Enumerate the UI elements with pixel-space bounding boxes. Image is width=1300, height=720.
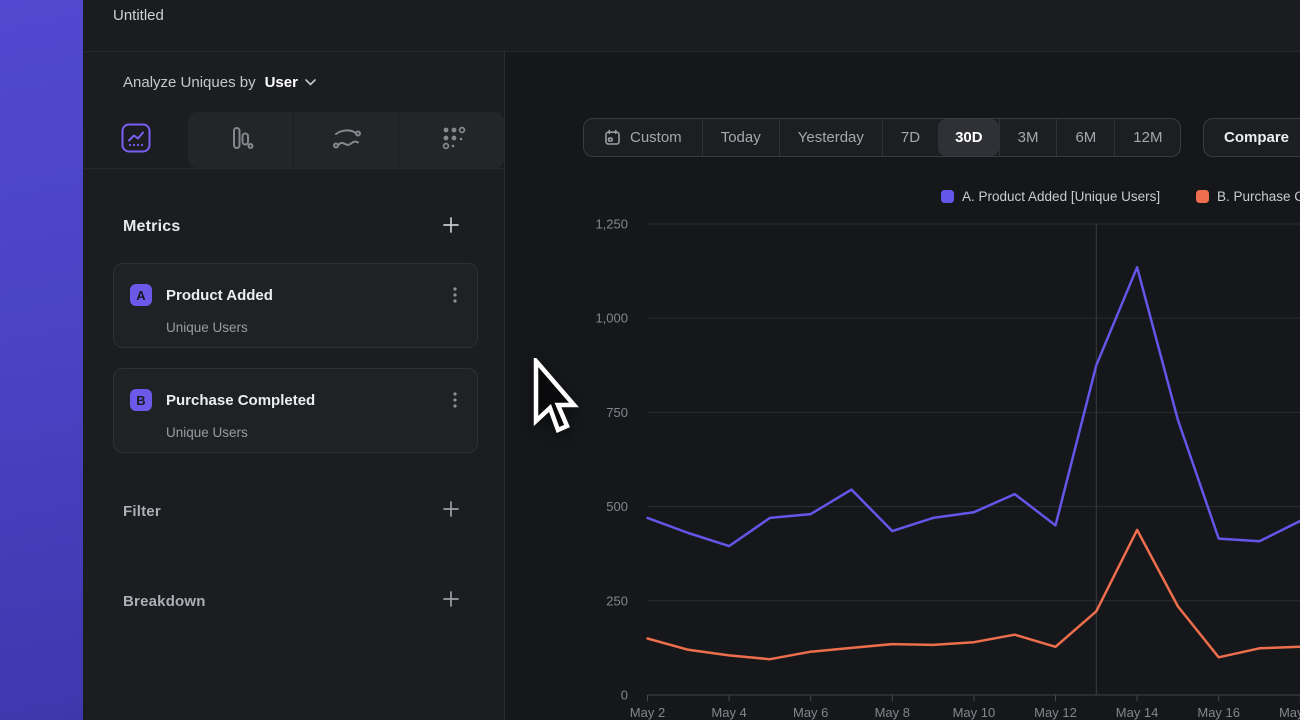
range-button-30d[interactable]: 30D [938, 119, 999, 156]
filter-heading: Filter [123, 503, 161, 520]
range-button-7d[interactable]: 7D [882, 119, 938, 156]
report-title[interactable]: Untitled [113, 7, 164, 24]
range-button-label: 30D [955, 129, 983, 146]
x-tick-label: May 16 [1197, 705, 1240, 720]
range-button-12m[interactable]: 12M [1114, 119, 1180, 156]
y-tick-label: 250 [606, 593, 628, 608]
line-chart[interactable]: 0 250 500 750 1,000 1,250 May 2 May 4 May 6 May 8… [560, 210, 1300, 720]
metric-measure-a[interactable]: Unique Users [166, 320, 461, 335]
y-tick-label: 750 [606, 405, 628, 420]
range-button-label: 3M [1018, 129, 1039, 146]
analyze-entity-dropdown[interactable]: User [265, 74, 298, 91]
legend-swatch-a [941, 190, 954, 203]
series-a-line [648, 267, 1300, 546]
x-tick-label: May 14 [1116, 705, 1159, 720]
range-button-label: Today [721, 129, 761, 146]
tab-scatter-grid[interactable] [398, 112, 504, 168]
metrics-section-header: Metrics [123, 215, 460, 239]
add-filter-button[interactable] [442, 500, 460, 523]
x-tick-label: May 4 [711, 705, 746, 720]
analyze-label: Analyze Uniques by [123, 74, 256, 91]
y-tick-label: 1,000 [595, 311, 628, 326]
range-button-label: 7D [901, 129, 920, 146]
breakdown-section-header: Breakdown [123, 589, 460, 613]
metric-badge-a: A [130, 284, 152, 306]
kebab-menu-icon[interactable] [449, 390, 461, 410]
legend-label-b: B. Purchase Completed [Unique Users] [1217, 189, 1300, 204]
legend-swatch-b [1196, 190, 1209, 203]
add-breakdown-button[interactable] [442, 590, 460, 613]
screen: Untitled Analyze Uniques by User [0, 0, 1300, 720]
range-button-6m[interactable]: 6M [1056, 119, 1114, 156]
line-chart-icon [121, 123, 151, 158]
range-button-today[interactable]: Today [702, 119, 779, 156]
metrics-heading: Metrics [123, 218, 180, 236]
analyze-row: Analyze Uniques by User [83, 52, 504, 112]
chart-svg: 0 250 500 750 1,000 1,250 May 2 May 4 May 6 May 8… [560, 210, 1300, 720]
y-tick-label: 1,250 [595, 216, 628, 231]
chevron-down-icon[interactable] [305, 79, 316, 86]
x-tick-label: May 8 [875, 705, 910, 720]
top-bar: Untitled [83, 0, 1300, 52]
range-button-label: Yesterday [798, 129, 864, 146]
range-button-label: 12M [1133, 129, 1162, 146]
tab-bar-chart[interactable] [188, 112, 293, 168]
filter-section-header: Filter [123, 499, 460, 523]
chart-type-tabs-raised [188, 112, 504, 168]
metric-card-a[interactable]: A Product Added Unique Users [113, 263, 478, 348]
chart-type-tabs [83, 112, 504, 169]
x-tick-label: May 10 [953, 705, 996, 720]
range-button-custom[interactable]: Custom [584, 119, 702, 156]
metric-title-a[interactable]: Product Added [166, 287, 273, 304]
metric-badge-b: B [130, 389, 152, 411]
legend-item-a[interactable]: A. Product Added [Unique Users] [941, 189, 1160, 204]
legend-item-b[interactable]: B. Purchase Completed [Unique Users] [1196, 189, 1300, 204]
range-button-3m[interactable]: 3M [999, 119, 1057, 156]
tab-line-chart[interactable] [83, 112, 188, 168]
add-metric-button[interactable] [442, 216, 460, 239]
x-tick-label: May 18 [1279, 705, 1300, 720]
metric-measure-b[interactable]: Unique Users [166, 425, 461, 440]
range-button-yesterday[interactable]: Yesterday [779, 119, 882, 156]
compare-button[interactable]: Compare [1203, 118, 1300, 157]
mouse-cursor [533, 358, 579, 441]
range-button-label: 6M [1075, 129, 1096, 146]
tab-flow-chart[interactable] [293, 112, 399, 168]
breakdown-heading: Breakdown [123, 593, 206, 610]
range-button-label: Custom [630, 129, 682, 146]
x-tick-label: May 2 [630, 705, 665, 720]
scatter-grid-icon [435, 121, 469, 160]
x-tick-label: May 12 [1034, 705, 1077, 720]
chart-panel: Custom Today Yesterday 7D 30D 3M 6M 12M Compare… [505, 52, 1300, 720]
flow-chart-icon [328, 121, 364, 160]
app-window: Untitled Analyze Uniques by User [83, 0, 1300, 720]
metric-title-b[interactable]: Purchase Completed [166, 392, 315, 409]
sidebar: Analyze Uniques by User [83, 52, 505, 720]
calendar-icon [604, 129, 621, 146]
metric-card-b[interactable]: B Purchase Completed Unique Users [113, 368, 478, 453]
y-tick-label: 500 [606, 499, 628, 514]
legend-label-a: A. Product Added [Unique Users] [962, 189, 1160, 204]
kebab-menu-icon[interactable] [449, 285, 461, 305]
y-tick-label: 0 [621, 688, 628, 703]
x-tick-label: May 6 [793, 705, 828, 720]
bar-chart-icon [223, 121, 257, 160]
background-gradient-rail [0, 0, 83, 720]
range-group: Custom Today Yesterday 7D 30D 3M 6M 12M [583, 118, 1181, 157]
series-b-line [648, 530, 1300, 659]
